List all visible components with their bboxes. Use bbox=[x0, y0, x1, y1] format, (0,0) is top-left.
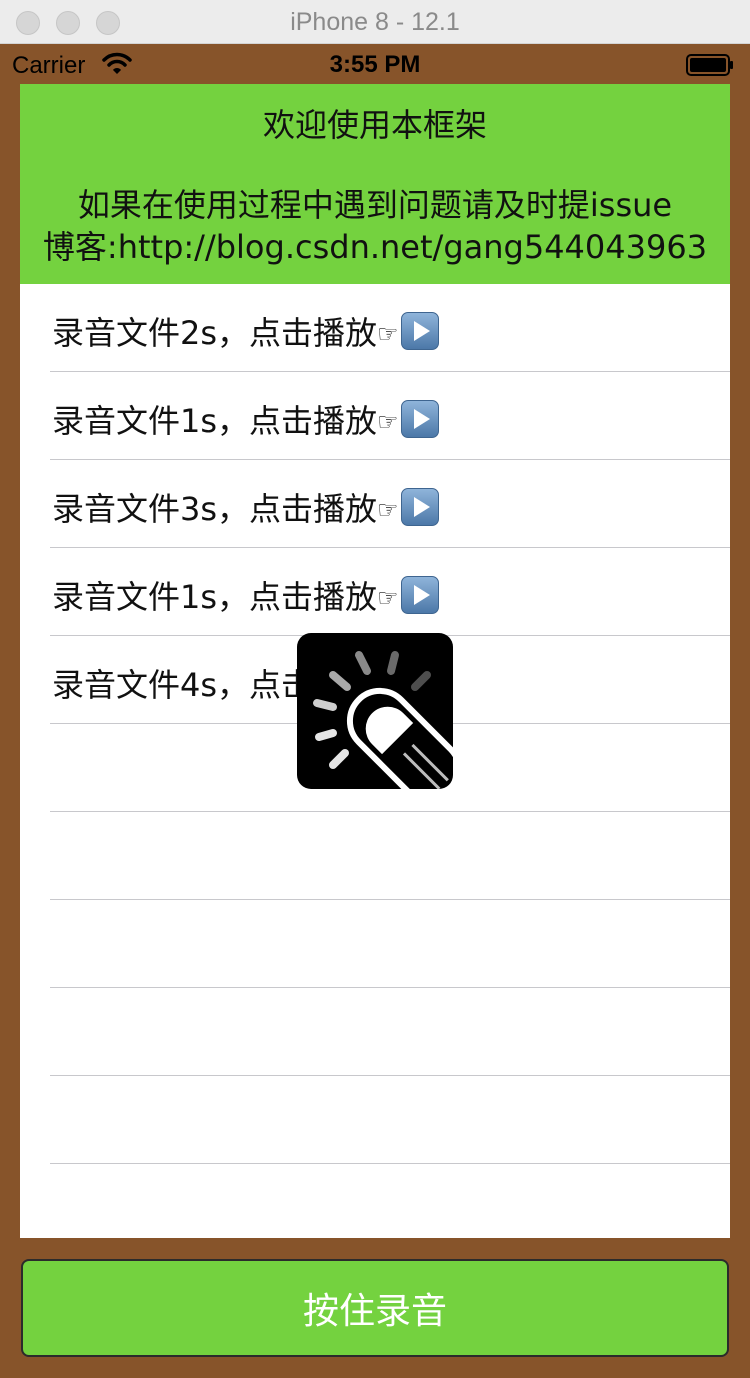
status-time: 3:55 PM bbox=[329, 51, 421, 78]
hand-pointing-right-icon: ☞ bbox=[377, 584, 399, 612]
play-button-icon[interactable] bbox=[400, 576, 439, 614]
recording-label: 录音文件1s，点击播放☞ bbox=[52, 396, 439, 442]
window-titlebar: iPhone 8 - 12.1 bbox=[0, 0, 750, 44]
touch-finger-icon bbox=[313, 651, 453, 789]
play-button-icon[interactable] bbox=[400, 400, 439, 438]
blog-link[interactable]: 博客:http://blog.csdn.net/gang544043963 bbox=[20, 222, 730, 268]
hand-pointing-right-icon: ☞ bbox=[377, 408, 399, 436]
recording-row[interactable]: 录音文件3s，点击播放☞ bbox=[50, 460, 730, 548]
empty-row bbox=[50, 1164, 730, 1238]
welcome-header: 欢迎使用本框架 如果在使用过程中遇到问题请及时提issue 博客:http://… bbox=[20, 84, 730, 284]
recording-label: 录音文件2s，点击播放☞ bbox=[52, 308, 439, 354]
status-bar: Carrier 3:55 PM bbox=[0, 44, 750, 84]
empty-row bbox=[50, 900, 730, 988]
welcome-title: 欢迎使用本框架 bbox=[262, 106, 487, 144]
recording-row[interactable]: 录音文件2s，点击播放☞ bbox=[50, 284, 730, 372]
hand-pointing-right-icon: ☞ bbox=[377, 496, 399, 524]
window-title: iPhone 8 - 12.1 bbox=[290, 8, 460, 36]
play-button-icon[interactable] bbox=[400, 488, 439, 526]
touch-indicator-overlay bbox=[297, 633, 453, 789]
recording-row[interactable]: 录音文件1s，点击播放☞ bbox=[50, 548, 730, 636]
recording-label: 录音文件1s，点击播放☞ bbox=[52, 572, 439, 618]
hand-pointing-right-icon: ☞ bbox=[377, 320, 399, 348]
empty-row bbox=[50, 988, 730, 1076]
empty-row bbox=[50, 1076, 730, 1164]
recording-row[interactable]: 录音文件1s，点击播放☞ bbox=[50, 372, 730, 460]
issue-notice: 如果在使用过程中遇到问题请及时提issue bbox=[77, 186, 673, 224]
play-button-icon[interactable] bbox=[400, 312, 439, 350]
hold-to-record-button[interactable]: 按住录音 bbox=[21, 1259, 729, 1357]
battery-icon bbox=[686, 54, 733, 76]
recording-label: 录音文件3s，点击播放☞ bbox=[52, 484, 439, 530]
empty-row bbox=[50, 812, 730, 900]
